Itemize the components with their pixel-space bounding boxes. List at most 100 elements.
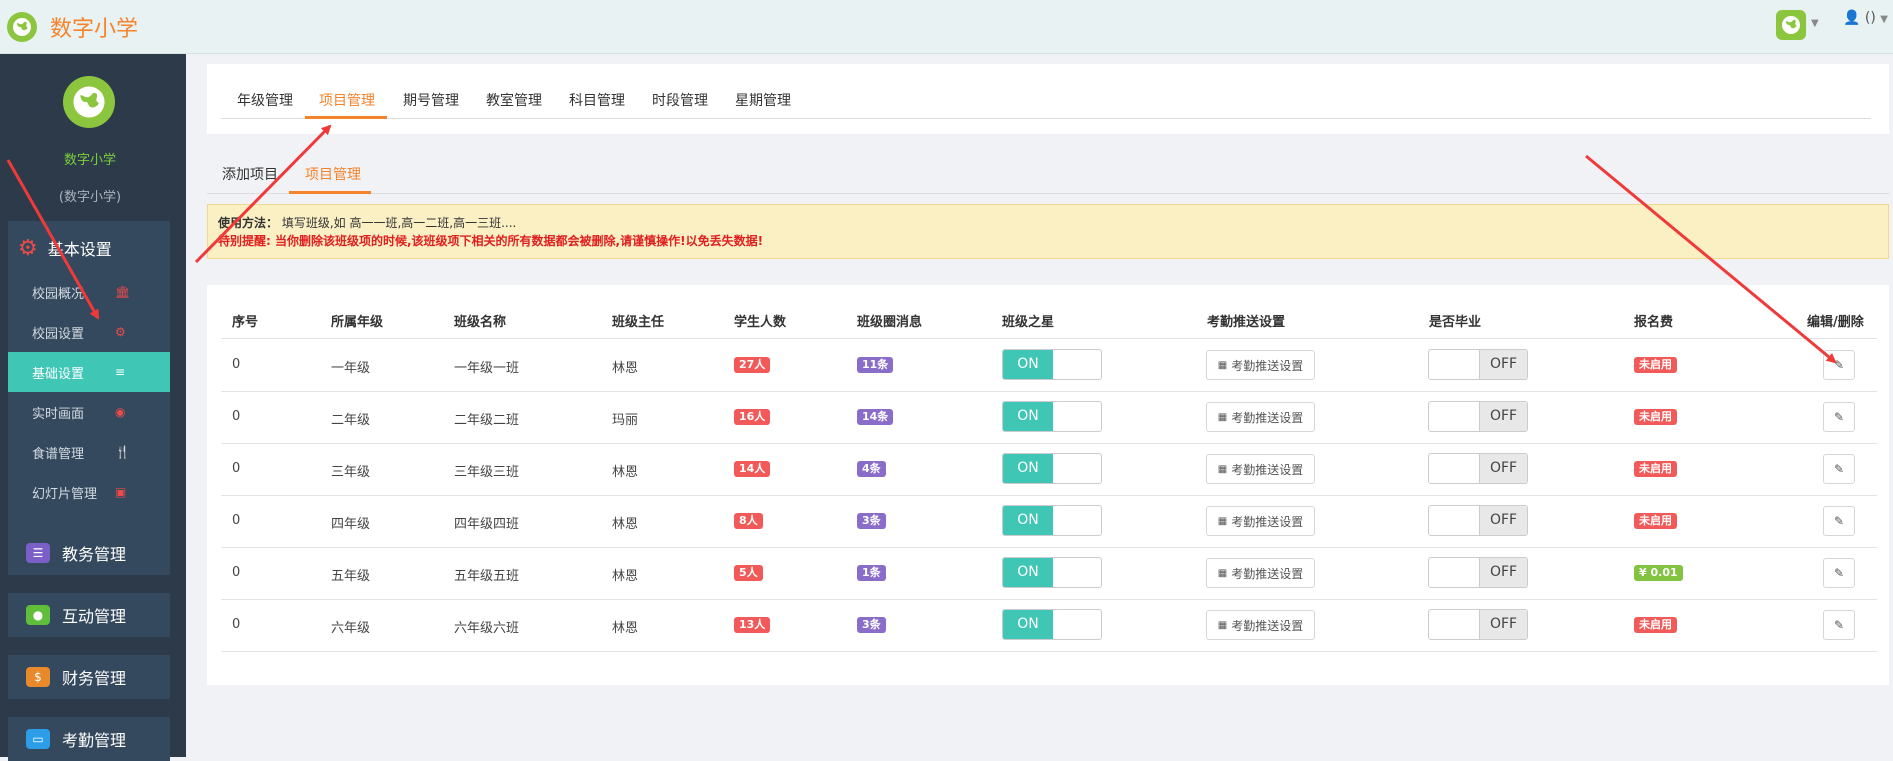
col-header: 班级主任 (612, 315, 665, 330)
attendance-push-button[interactable]: ▦ 考勤推送设置 (1206, 350, 1315, 380)
cell-teacher: 林恩 (612, 465, 639, 480)
col-header: 序号 (232, 315, 259, 330)
fee-badge: 未启用 (1634, 461, 1677, 477)
tab-divider (221, 118, 1871, 119)
edit-button[interactable]: ✎ (1823, 350, 1855, 380)
sidebar-module-finance[interactable]: $ 财务管理 (8, 655, 170, 699)
sidebar-item-campus-overview[interactable]: 校园概况 🏛 (8, 272, 170, 312)
attendance-push-label: 考勤推送设置 (1231, 514, 1304, 529)
graduated-toggle[interactable]: OFF (1428, 609, 1528, 640)
edit-button[interactable]: ✎ (1823, 454, 1855, 484)
graduated-toggle[interactable]: OFF (1428, 453, 1528, 484)
students-badge: 27人 (734, 357, 771, 373)
tab-grade-management[interactable]: 年级管理 (237, 90, 293, 110)
sidebar-item-recipes[interactable]: 食谱管理 🍴 (8, 432, 170, 472)
fee-badge: 未启用 (1634, 409, 1677, 425)
pencil-icon: ✎ (1833, 358, 1845, 372)
tab-project-management[interactable]: 项目管理 (319, 90, 375, 110)
toggle-off-label: OFF (1479, 402, 1527, 431)
attendance-push-button[interactable]: ▦ 考勤推送设置 (1206, 506, 1315, 536)
top-bar: 数字小学 ▼ 👤 () ▼ (0, 0, 1893, 54)
sidebar-group-title[interactable]: ⚙ 基本设置 (18, 231, 112, 265)
edit-button[interactable]: ✎ (1823, 506, 1855, 536)
sidebar-module-interaction[interactable]: ● 互动管理 (8, 593, 170, 637)
cell-teacher: 林恩 (612, 517, 639, 532)
row-divider (221, 391, 1877, 392)
tab-weekday-management[interactable]: 星期管理 (735, 90, 791, 110)
module-label: 互动管理 (62, 607, 127, 626)
bank-icon: 🏛 (115, 285, 131, 299)
pencil-icon: ✎ (1833, 410, 1845, 424)
sidebar-module-academic[interactable]: ☰ 教务管理 (8, 531, 170, 575)
sidebar-item-campus-settings[interactable]: 校园设置 ⚙ (8, 312, 170, 352)
class-star-toggle[interactable]: ON (1002, 505, 1102, 536)
toggle-on-label: ON (1003, 610, 1053, 639)
tab-timeslot-management[interactable]: 时段管理 (652, 90, 708, 110)
attendance-push-button[interactable]: ▦ 考勤推送设置 (1206, 402, 1315, 432)
pencil-icon: ✎ (1833, 514, 1845, 528)
globe-menu-icon[interactable] (1776, 10, 1806, 40)
user-menu[interactable]: 👤 () ▼ (1843, 10, 1888, 26)
cell-no: 0 (232, 565, 241, 580)
chevron-down-icon[interactable]: ▼ (1811, 18, 1819, 29)
globe-logo-icon (7, 12, 37, 42)
active-tab-underline (305, 116, 387, 119)
class-star-toggle[interactable]: ON (1002, 349, 1102, 380)
fee-badge: 未启用 (1634, 513, 1677, 529)
sidebar-module-attendance[interactable]: ▭ 考勤管理 (8, 717, 170, 761)
edit-button[interactable]: ✎ (1823, 402, 1855, 432)
sidebar-item-slides[interactable]: 幻灯片管理 ▣ (8, 472, 170, 512)
cell-no: 0 (232, 513, 241, 528)
messages-badge: 4条 (857, 461, 886, 477)
sidebar-item-basic-settings[interactable]: 基础设置 ≡ (8, 352, 170, 392)
tab-subject-management[interactable]: 科目管理 (569, 90, 625, 110)
class-star-toggle[interactable]: ON (1002, 609, 1102, 640)
col-header: 考勤推送设置 (1207, 315, 1286, 330)
school-avatar (63, 76, 115, 128)
sidebar-item-label: 校园概况 (32, 286, 85, 302)
graduated-toggle[interactable]: OFF (1428, 401, 1528, 432)
class-star-toggle[interactable]: ON (1002, 557, 1102, 588)
edit-button[interactable]: ✎ (1823, 558, 1855, 588)
attendance-push-label: 考勤推送设置 (1231, 410, 1304, 425)
active-subtab-underline (289, 191, 371, 194)
attendance-push-button[interactable]: ▦ 考勤推送设置 (1206, 454, 1315, 484)
fee-badge: ¥ 0.01 (1634, 565, 1683, 581)
gear-icon: ⚙ (18, 235, 38, 261)
class-table: 序号 所属年级 班级名称 班级主任 学生人数 班级圈消息 班级之星 考勤推送设置… (207, 285, 1889, 685)
tab-add-project[interactable]: 添加项目 (222, 164, 278, 184)
row-divider (221, 599, 1877, 600)
toggle-off-label: OFF (1479, 558, 1527, 587)
qrcode-icon: ▦ (1217, 619, 1228, 631)
class-star-toggle[interactable]: ON (1002, 453, 1102, 484)
pencil-icon: ✎ (1833, 462, 1845, 476)
graduated-toggle[interactable]: OFF (1428, 349, 1528, 380)
graduated-toggle[interactable]: OFF (1428, 557, 1528, 588)
cell-grade: 二年级 (331, 413, 371, 428)
row-divider (221, 651, 1877, 652)
tab-project-list[interactable]: 项目管理 (305, 164, 361, 184)
qrcode-icon: ▦ (1217, 359, 1228, 371)
cell-grade: 四年级 (331, 517, 371, 532)
tab-classroom-management[interactable]: 教室管理 (486, 90, 542, 110)
class-star-toggle[interactable]: ON (1002, 401, 1102, 432)
gear-icon: ⚙ (115, 325, 126, 339)
cell-class: 四年级四班 (454, 517, 520, 532)
attendance-push-label: 考勤推送设置 (1231, 566, 1304, 581)
edit-button[interactable]: ✎ (1823, 610, 1855, 640)
attendance-push-button[interactable]: ▦ 考勤推送设置 (1206, 610, 1315, 640)
messages-badge: 3条 (857, 513, 886, 529)
tab-period-management[interactable]: 期号管理 (403, 90, 459, 110)
usage-notice: 使用方法： 填写班级,如 高一一班,高一二班,高一三班.... 特别提醒: 当你… (207, 204, 1889, 259)
col-header: 学生人数 (734, 315, 787, 330)
col-header: 班级圈消息 (857, 315, 923, 330)
attendance-push-button[interactable]: ▦ 考勤推送设置 (1206, 558, 1315, 588)
cell-teacher: 林恩 (612, 569, 639, 584)
sidebar-item-live-view[interactable]: 实时画面 ◉ (8, 392, 170, 432)
graduated-toggle[interactable]: OFF (1428, 505, 1528, 536)
col-header: 是否毕业 (1429, 315, 1482, 330)
col-header: 编辑/删除 (1807, 315, 1864, 330)
pencil-icon: ✎ (1833, 566, 1845, 580)
eye-icon: ◉ (115, 405, 126, 419)
col-header: 班级之星 (1002, 315, 1055, 330)
